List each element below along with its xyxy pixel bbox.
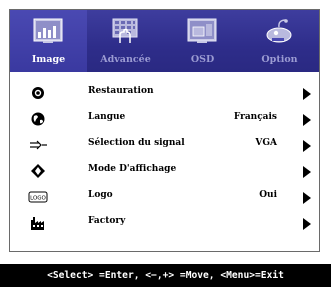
menu-item-value: Oui: [259, 190, 277, 200]
input-signal-icon: [30, 140, 47, 150]
tab-bar: Image Advancée OSD Option: [10, 10, 319, 72]
menu-item-mode-affichage[interactable]: Mode D'affichage: [10, 161, 319, 181]
key-hint-bar: <Select> =Enter, <−,+> =Move, <Menu>=Exi…: [0, 264, 331, 287]
chevron-right-icon: [303, 192, 311, 204]
tab-advanced[interactable]: Advancée: [87, 10, 164, 72]
chevron-right-icon: [303, 88, 311, 100]
menu-item-label: Sélection du signal: [88, 138, 185, 148]
tab-image-label: Image: [31, 54, 66, 65]
tab-osd-label: OSD: [190, 54, 215, 65]
menu-item-label: Restauration: [88, 86, 154, 96]
menu-item-logo[interactable]: LOGO Logo Oui: [10, 187, 319, 207]
advanced-icon: [112, 18, 138, 43]
svg-text:LOGO: LOGO: [30, 196, 46, 202]
menu-item-label: Langue: [88, 112, 126, 122]
menu-item-langue[interactable]: Langue Français: [10, 109, 319, 129]
osd-icon: [187, 18, 217, 43]
option-icon: [266, 19, 292, 43]
menu-item-value: Français: [233, 112, 277, 122]
globe-icon: [31, 112, 45, 126]
reset-icon: [32, 87, 44, 99]
chevron-right-icon: [303, 140, 311, 152]
menu-item-label: Logo: [88, 190, 113, 200]
tab-advanced-label: Advancée: [100, 54, 151, 65]
menu-item-label: Factory: [88, 216, 126, 226]
menu-item-value: VGA: [255, 138, 277, 148]
menu-item-restauration[interactable]: Restauration: [10, 83, 319, 103]
chevron-right-icon: [303, 218, 311, 230]
image-icon: [33, 18, 63, 43]
tab-osd[interactable]: OSD: [164, 10, 241, 72]
tab-option-label: Option: [261, 54, 298, 65]
osd-menu-window: Image Advancée OSD Option Restauration L…: [9, 9, 320, 252]
logo-icon: LOGO: [28, 191, 48, 203]
menu-item-factory[interactable]: Factory: [10, 213, 319, 233]
tab-option[interactable]: Option: [241, 10, 318, 72]
tab-image[interactable]: Image: [10, 10, 87, 72]
menu-item-label: Mode D'affichage: [88, 164, 177, 174]
factory-icon: [31, 217, 44, 230]
chevron-right-icon: [303, 114, 311, 126]
chevron-right-icon: [303, 166, 311, 178]
display-mode-icon: [31, 164, 45, 178]
menu-item-selection-signal[interactable]: Sélection du signal VGA: [10, 135, 319, 155]
